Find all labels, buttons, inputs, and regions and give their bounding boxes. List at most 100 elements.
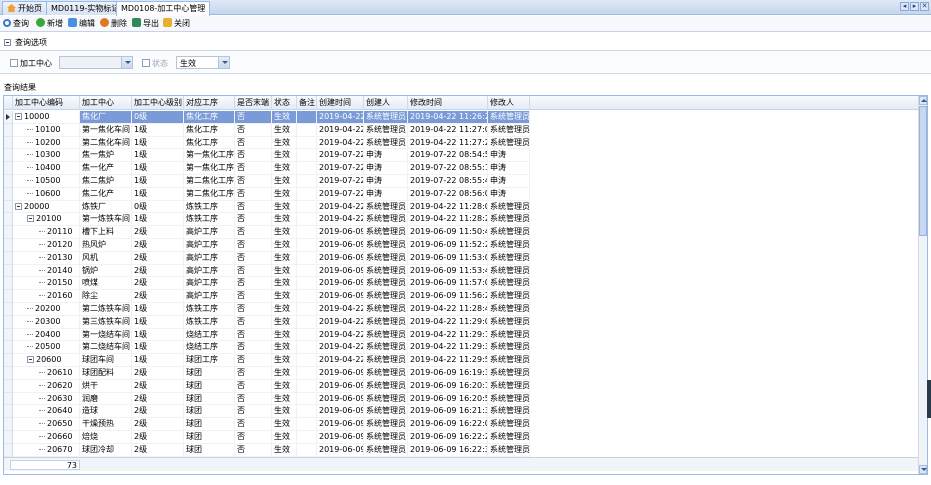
- collapse-icon[interactable]: [4, 39, 11, 46]
- column-header-creator[interactable]: 创建人: [364, 96, 408, 110]
- query-button[interactable]: 查询: [3, 18, 29, 30]
- collapse-node-icon[interactable]: [15, 202, 22, 210]
- scroll-up-icon[interactable]: [919, 96, 927, 105]
- table-row[interactable]: 20140 锅炉 2级 高炉工序否生效 2019-06-09 系统管理员 2019-06-0…: [4, 264, 920, 278]
- cell-code: 20100: [13, 213, 80, 227]
- collapse-node-icon[interactable]: [15, 113, 22, 120]
- edit-button[interactable]: 编辑: [68, 18, 95, 30]
- export-button[interactable]: 导出: [132, 18, 159, 30]
- center-combo[interactable]: [59, 56, 133, 69]
- chevron-down-icon[interactable]: [218, 57, 229, 68]
- column-header-ctime[interactable]: 创建时间: [317, 96, 364, 110]
- cell-text: 高炉工序: [186, 265, 218, 275]
- delete-button[interactable]: 删除: [100, 18, 127, 30]
- table-row[interactable]: 10600 焦二化产 1级 第二焦化工序否生效 2019-07-22 申涛 2019-07-…: [4, 187, 920, 201]
- close-icon[interactable]: ✕: [920, 2, 929, 11]
- column-header-status[interactable]: 状态: [272, 96, 297, 110]
- table-row[interactable]: 10500 焦二焦炉 1级 第二焦化工序否生效 2019-07-22 申涛 2019-07-…: [4, 175, 920, 188]
- table-row[interactable]: 10100 第一焦化车间 1级 焦化工序否生效 2019-04-22 系统管理员 2019-…: [4, 123, 920, 137]
- table-row[interactable]: 20000 炼铁厂 0级 炼铁工序否生效 2019-04-22 系统管理员 2019-04-…: [4, 200, 920, 214]
- table-row[interactable]: 20600 球团车间 1级 球团工序否生效 2019-04-22 系统管理员 2019-04…: [4, 354, 920, 367]
- scroll-thumb[interactable]: [919, 106, 927, 236]
- table-row[interactable]: 20120 热风炉 2级 高炉工序否生效 2019-06-09 系统管理员 2019-06-…: [4, 239, 920, 252]
- table-row[interactable]: 20620 烘干 2级 球团否生效 2019-06-09 系统管理员 2019-06-09 …: [4, 379, 920, 393]
- row-indicator[interactable]: [4, 315, 13, 329]
- close-button[interactable]: 关闭: [163, 18, 190, 30]
- center-filter-label[interactable]: 加工中心: [10, 58, 52, 69]
- row-indicator[interactable]: [4, 200, 13, 214]
- table-row[interactable]: 20130 风机 2级 高炉工序否生效 2019-06-09 系统管理员 2019-06-0…: [4, 251, 920, 265]
- table-row[interactable]: 20660 焙烧 2级 球团否生效 2019-06-09 系统管理员 2019-06-09 …: [4, 431, 920, 444]
- table-row[interactable]: 20670 球团冷却 2级 球团否生效 2019-06-09 系统管理员 2019-06-0…: [4, 443, 920, 457]
- table-row[interactable]: 20650 干燥预热 2级 球团否生效 2019-06-09 系统管理员 2019-06-0…: [4, 418, 920, 431]
- row-indicator[interactable]: [4, 277, 13, 291]
- table-row[interactable]: 20630 润磨 2级 球团否生效 2019-06-09 系统管理员 2019-06-09 …: [4, 392, 920, 406]
- row-indicator[interactable]: [4, 303, 13, 316]
- scroll-tabs-right-icon[interactable]: ▸: [910, 2, 919, 11]
- column-header-code[interactable]: 加工中心编码: [13, 96, 80, 110]
- table-row[interactable]: 10300 焦一焦炉 1级 第一焦化工序否生效 2019-07-22 申涛 2019-07-…: [4, 149, 920, 163]
- row-indicator[interactable]: [4, 111, 13, 124]
- row-indicator[interactable]: [4, 162, 13, 175]
- cell-text: 10500: [35, 176, 61, 185]
- table-row[interactable]: 10000 焦化厂 0级 焦化工序否生效 2019-04-22 系统管理员 2019-04-…: [4, 111, 920, 124]
- table-row[interactable]: 20610 球团配料 2级 球团否生效 2019-06-09 系统管理员 2019-06-0…: [4, 367, 920, 380]
- tab-start-page[interactable]: 开始页: [2, 1, 47, 15]
- column-header-grade[interactable]: 加工中心级别: [132, 96, 184, 110]
- row-indicator[interactable]: [4, 149, 13, 163]
- table-row[interactable]: 20150 喷煤 2级 高炉工序否生效 2019-06-09 系统管理员 2019-06-0…: [4, 277, 920, 291]
- table-row[interactable]: 20400 第一烧结车间 1级 烧结工序否生效 2019-04-22 系统管理员 2019-…: [4, 328, 920, 342]
- tab-md0119[interactable]: MD0119-实物标记: [46, 1, 125, 15]
- collapse-node-icon[interactable]: [27, 215, 34, 223]
- table-row[interactable]: 20160 除尘 2级 高炉工序否生效 2019-06-09 系统管理员 2019-06-0…: [4, 290, 920, 303]
- chevron-down-icon[interactable]: [121, 57, 132, 68]
- row-indicator[interactable]: [4, 379, 13, 393]
- status-combo[interactable]: 生效: [176, 56, 230, 69]
- row-indicator[interactable]: [4, 226, 13, 239]
- status-checkbox[interactable]: [142, 59, 150, 67]
- row-indicator[interactable]: [4, 431, 13, 444]
- row-indicator[interactable]: [4, 341, 13, 355]
- cell-text: 风机: [82, 252, 98, 262]
- table-row[interactable]: 20200 第二炼铁车间 1级 炼铁工序否生效 2019-04-22 系统管理员 2019-…: [4, 303, 920, 316]
- collapse-node-icon[interactable]: [27, 356, 34, 364]
- row-indicator[interactable]: [4, 328, 13, 342]
- scroll-tabs-left-icon[interactable]: ◂: [900, 2, 909, 11]
- add-button[interactable]: 新增: [36, 18, 63, 30]
- query-options-header[interactable]: 查询选项: [4, 37, 47, 49]
- row-indicator[interactable]: [4, 251, 13, 265]
- vertical-scrollbar[interactable]: [918, 96, 927, 474]
- column-header-modifier[interactable]: 修改人: [488, 96, 530, 110]
- table-row[interactable]: 20640 造球 2级 球团否生效 2019-06-09 系统管理员 2019-06-09 …: [4, 405, 920, 419]
- column-header-name[interactable]: 加工中心: [80, 96, 132, 110]
- row-indicator[interactable]: [4, 187, 13, 201]
- row-indicator[interactable]: [4, 123, 13, 137]
- row-indicator[interactable]: [4, 239, 13, 252]
- row-indicator[interactable]: [4, 418, 13, 431]
- row-indicator[interactable]: [4, 367, 13, 380]
- side-panel-handle[interactable]: [927, 380, 931, 418]
- row-indicator[interactable]: [4, 392, 13, 406]
- status-filter-label[interactable]: 状态: [142, 58, 168, 69]
- row-indicator[interactable]: [4, 405, 13, 419]
- row-indicator[interactable]: [4, 443, 13, 457]
- table-row[interactable]: 10200 第二焦化车间 1级 焦化工序否生效 2019-04-22 系统管理员 2019-…: [4, 136, 920, 150]
- column-header-mtime[interactable]: 修改时间: [408, 96, 488, 110]
- column-header-process[interactable]: 对应工序: [184, 96, 235, 110]
- row-indicator[interactable]: [4, 290, 13, 303]
- table-row[interactable]: 20110 槽下上料 2级 高炉工序否生效 2019-06-09 系统管理员 2019-06…: [4, 226, 920, 239]
- tab-md0108[interactable]: MD0108-加工中心管理: [116, 1, 211, 16]
- scroll-down-icon[interactable]: [919, 465, 927, 474]
- table-row[interactable]: 10400 焦一化产 1级 第一焦化工序否生效 2019-07-22 申涛 2019-07-…: [4, 162, 920, 175]
- table-row[interactable]: 20500 第二烧结车间 1级 烧结工序否生效 2019-04-22 系统管理员 2019-…: [4, 341, 920, 355]
- row-indicator[interactable]: [4, 136, 13, 150]
- row-indicator[interactable]: [4, 354, 13, 367]
- center-checkbox[interactable]: [10, 59, 18, 67]
- row-indicator[interactable]: [4, 213, 13, 227]
- table-row[interactable]: 20100 第一炼铁车间 1级 炼铁工序否生效 2019-04-22 系统管理员 2019-…: [4, 213, 920, 227]
- column-header-end[interactable]: 是否末端: [235, 96, 272, 110]
- column-header-note[interactable]: 备注: [297, 96, 317, 110]
- row-indicator[interactable]: [4, 264, 13, 278]
- table-row[interactable]: 20300 第三炼铁车间 1级 炼铁工序否生效 2019-04-22 系统管理员 2019-…: [4, 315, 920, 329]
- row-indicator[interactable]: [4, 175, 13, 188]
